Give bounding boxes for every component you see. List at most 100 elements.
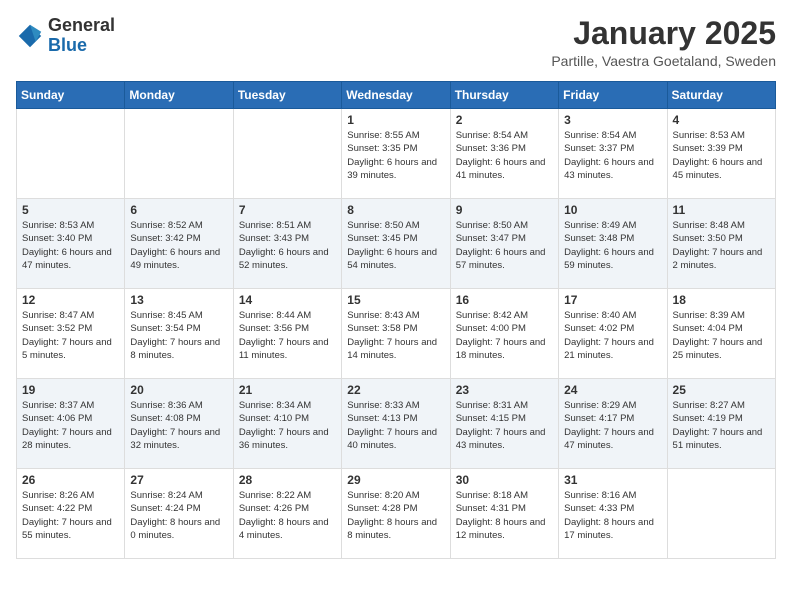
weekday-header-saturday: Saturday: [667, 82, 775, 109]
calendar-week-row: 19 Sunrise: 8:37 AM Sunset: 4:06 PM Dayli…: [17, 379, 776, 469]
day-number: 21: [239, 383, 336, 397]
logo: General Blue: [16, 16, 115, 56]
calendar-cell: 4 Sunrise: 8:53 AM Sunset: 3:39 PM Daylig…: [667, 109, 775, 199]
calendar-cell: 23Sunrise: 8:31 AM Sunset: 4:15 PM Dayli…: [450, 379, 558, 469]
calendar-cell: [17, 109, 125, 199]
day-info: Sunrise: 8:53 AM Sunset: 3:39 PM Dayligh…: [673, 129, 770, 182]
day-number: 29: [347, 473, 444, 487]
day-number: 25: [673, 383, 770, 397]
day-number: 31: [564, 473, 661, 487]
day-number: 19: [22, 383, 119, 397]
calendar-cell: 26 Sunrise: 8:26 AM Sunset: 4:22 PM Dayli…: [17, 469, 125, 559]
calendar-table: SundayMondayTuesdayWednesdayThursdayFrid…: [16, 81, 776, 559]
day-info: Sunrise: 8:51 AM Sunset: 3:43 PM Dayligh…: [239, 219, 336, 272]
calendar-cell: 20Sunrise: 8:36 AM Sunset: 4:08 PM Dayli…: [125, 379, 233, 469]
day-number: 17: [564, 293, 661, 307]
day-number: 27: [130, 473, 227, 487]
day-info: Sunrise: 8:16 AM Sunset: 4:33 PM Dayligh…: [564, 489, 661, 542]
calendar-cell: 17 Sunrise: 8:40 AM Sunset: 4:02 PM Dayli…: [559, 289, 667, 379]
calendar-cell: 13Sunrise: 8:45 AM Sunset: 3:54 PM Dayli…: [125, 289, 233, 379]
calendar-cell: 2 Sunrise: 8:54 AM Sunset: 3:36 PM Daylig…: [450, 109, 558, 199]
calendar-cell: [233, 109, 341, 199]
logo-icon: [16, 22, 44, 50]
day-info: Sunrise: 8:52 AM Sunset: 3:42 PM Dayligh…: [130, 219, 227, 272]
day-number: 26: [22, 473, 119, 487]
weekday-header-wednesday: Wednesday: [342, 82, 450, 109]
day-number: 1: [347, 113, 444, 127]
calendar-cell: 21 Sunrise: 8:34 AM Sunset: 4:10 PM Dayli…: [233, 379, 341, 469]
day-number: 24: [564, 383, 661, 397]
day-number: 8: [347, 203, 444, 217]
weekday-header-thursday: Thursday: [450, 82, 558, 109]
day-info: Sunrise: 8:55 AM Sunset: 3:35 PM Dayligh…: [347, 129, 444, 182]
day-info: Sunrise: 8:31 AM Sunset: 4:15 PM Dayligh…: [456, 399, 553, 452]
weekday-header-tuesday: Tuesday: [233, 82, 341, 109]
day-number: 9: [456, 203, 553, 217]
day-number: 22: [347, 383, 444, 397]
day-number: 30: [456, 473, 553, 487]
day-info: Sunrise: 8:37 AM Sunset: 4:06 PM Dayligh…: [22, 399, 119, 452]
day-info: Sunrise: 8:26 AM Sunset: 4:22 PM Dayligh…: [22, 489, 119, 542]
day-info: Sunrise: 8:18 AM Sunset: 4:31 PM Dayligh…: [456, 489, 553, 542]
day-info: Sunrise: 8:54 AM Sunset: 3:36 PM Dayligh…: [456, 129, 553, 182]
calendar-cell: 16Sunrise: 8:42 AM Sunset: 4:00 PM Dayli…: [450, 289, 558, 379]
calendar-cell: [667, 469, 775, 559]
calendar-cell: 10 Sunrise: 8:49 AM Sunset: 3:48 PM Dayli…: [559, 199, 667, 289]
day-number: 13: [130, 293, 227, 307]
title-block: January 2025 Partille, Vaestra Goetaland…: [551, 16, 776, 69]
day-info: Sunrise: 8:44 AM Sunset: 3:56 PM Dayligh…: [239, 309, 336, 362]
day-number: 11: [673, 203, 770, 217]
calendar-cell: 30 Sunrise: 8:18 AM Sunset: 4:31 PM Dayli…: [450, 469, 558, 559]
day-info: Sunrise: 8:50 AM Sunset: 3:47 PM Dayligh…: [456, 219, 553, 272]
day-info: Sunrise: 8:36 AM Sunset: 4:08 PM Dayligh…: [130, 399, 227, 452]
day-info: Sunrise: 8:34 AM Sunset: 4:10 PM Dayligh…: [239, 399, 336, 452]
calendar-week-row: 26 Sunrise: 8:26 AM Sunset: 4:22 PM Dayli…: [17, 469, 776, 559]
day-number: 2: [456, 113, 553, 127]
calendar-cell: 9 Sunrise: 8:50 AM Sunset: 3:47 PM Daylig…: [450, 199, 558, 289]
calendar-cell: 22 Sunrise: 8:33 AM Sunset: 4:13 PM Dayli…: [342, 379, 450, 469]
weekday-header-friday: Friday: [559, 82, 667, 109]
day-info: Sunrise: 8:43 AM Sunset: 3:58 PM Dayligh…: [347, 309, 444, 362]
location-subtitle: Partille, Vaestra Goetaland, Sweden: [551, 53, 776, 69]
calendar-cell: 27 Sunrise: 8:24 AM Sunset: 4:24 PM Dayli…: [125, 469, 233, 559]
day-info: Sunrise: 8:40 AM Sunset: 4:02 PM Dayligh…: [564, 309, 661, 362]
calendar-cell: 11Sunrise: 8:48 AM Sunset: 3:50 PM Dayli…: [667, 199, 775, 289]
calendar-week-row: 12Sunrise: 8:47 AM Sunset: 3:52 PM Dayli…: [17, 289, 776, 379]
day-info: Sunrise: 8:33 AM Sunset: 4:13 PM Dayligh…: [347, 399, 444, 452]
day-number: 6: [130, 203, 227, 217]
day-info: Sunrise: 8:54 AM Sunset: 3:37 PM Dayligh…: [564, 129, 661, 182]
day-number: 28: [239, 473, 336, 487]
weekday-header-sunday: Sunday: [17, 82, 125, 109]
day-number: 4: [673, 113, 770, 127]
day-number: 14: [239, 293, 336, 307]
day-number: 3: [564, 113, 661, 127]
calendar-cell: 28 Sunrise: 8:22 AM Sunset: 4:26 PM Dayli…: [233, 469, 341, 559]
day-info: Sunrise: 8:53 AM Sunset: 3:40 PM Dayligh…: [22, 219, 119, 272]
weekday-header-row: SundayMondayTuesdayWednesdayThursdayFrid…: [17, 82, 776, 109]
calendar-cell: 3 Sunrise: 8:54 AM Sunset: 3:37 PM Daylig…: [559, 109, 667, 199]
calendar-cell: 25 Sunrise: 8:27 AM Sunset: 4:19 PM Dayli…: [667, 379, 775, 469]
day-number: 16: [456, 293, 553, 307]
calendar-week-row: 1 Sunrise: 8:55 AM Sunset: 3:35 PM Daylig…: [17, 109, 776, 199]
day-number: 10: [564, 203, 661, 217]
day-info: Sunrise: 8:24 AM Sunset: 4:24 PM Dayligh…: [130, 489, 227, 542]
day-info: Sunrise: 8:27 AM Sunset: 4:19 PM Dayligh…: [673, 399, 770, 452]
day-info: Sunrise: 8:49 AM Sunset: 3:48 PM Dayligh…: [564, 219, 661, 272]
calendar-cell: 14 Sunrise: 8:44 AM Sunset: 3:56 PM Dayli…: [233, 289, 341, 379]
day-info: Sunrise: 8:29 AM Sunset: 4:17 PM Dayligh…: [564, 399, 661, 452]
calendar-cell: 15 Sunrise: 8:43 AM Sunset: 3:58 PM Dayli…: [342, 289, 450, 379]
day-number: 18: [673, 293, 770, 307]
calendar-week-row: 5 Sunrise: 8:53 AM Sunset: 3:40 PM Daylig…: [17, 199, 776, 289]
day-number: 15: [347, 293, 444, 307]
calendar-cell: 19 Sunrise: 8:37 AM Sunset: 4:06 PM Dayli…: [17, 379, 125, 469]
day-number: 5: [22, 203, 119, 217]
page-header: General Blue January 2025 Partille, Vaes…: [16, 16, 776, 69]
calendar-cell: 29Sunrise: 8:20 AM Sunset: 4:28 PM Dayli…: [342, 469, 450, 559]
day-info: Sunrise: 8:22 AM Sunset: 4:26 PM Dayligh…: [239, 489, 336, 542]
logo-general-text: General: [48, 15, 115, 35]
calendar-cell: 7Sunrise: 8:51 AM Sunset: 3:43 PM Daylig…: [233, 199, 341, 289]
calendar-cell: [125, 109, 233, 199]
logo-blue-text: Blue: [48, 35, 87, 55]
calendar-cell: 18Sunrise: 8:39 AM Sunset: 4:04 PM Dayli…: [667, 289, 775, 379]
month-title: January 2025: [551, 16, 776, 51]
